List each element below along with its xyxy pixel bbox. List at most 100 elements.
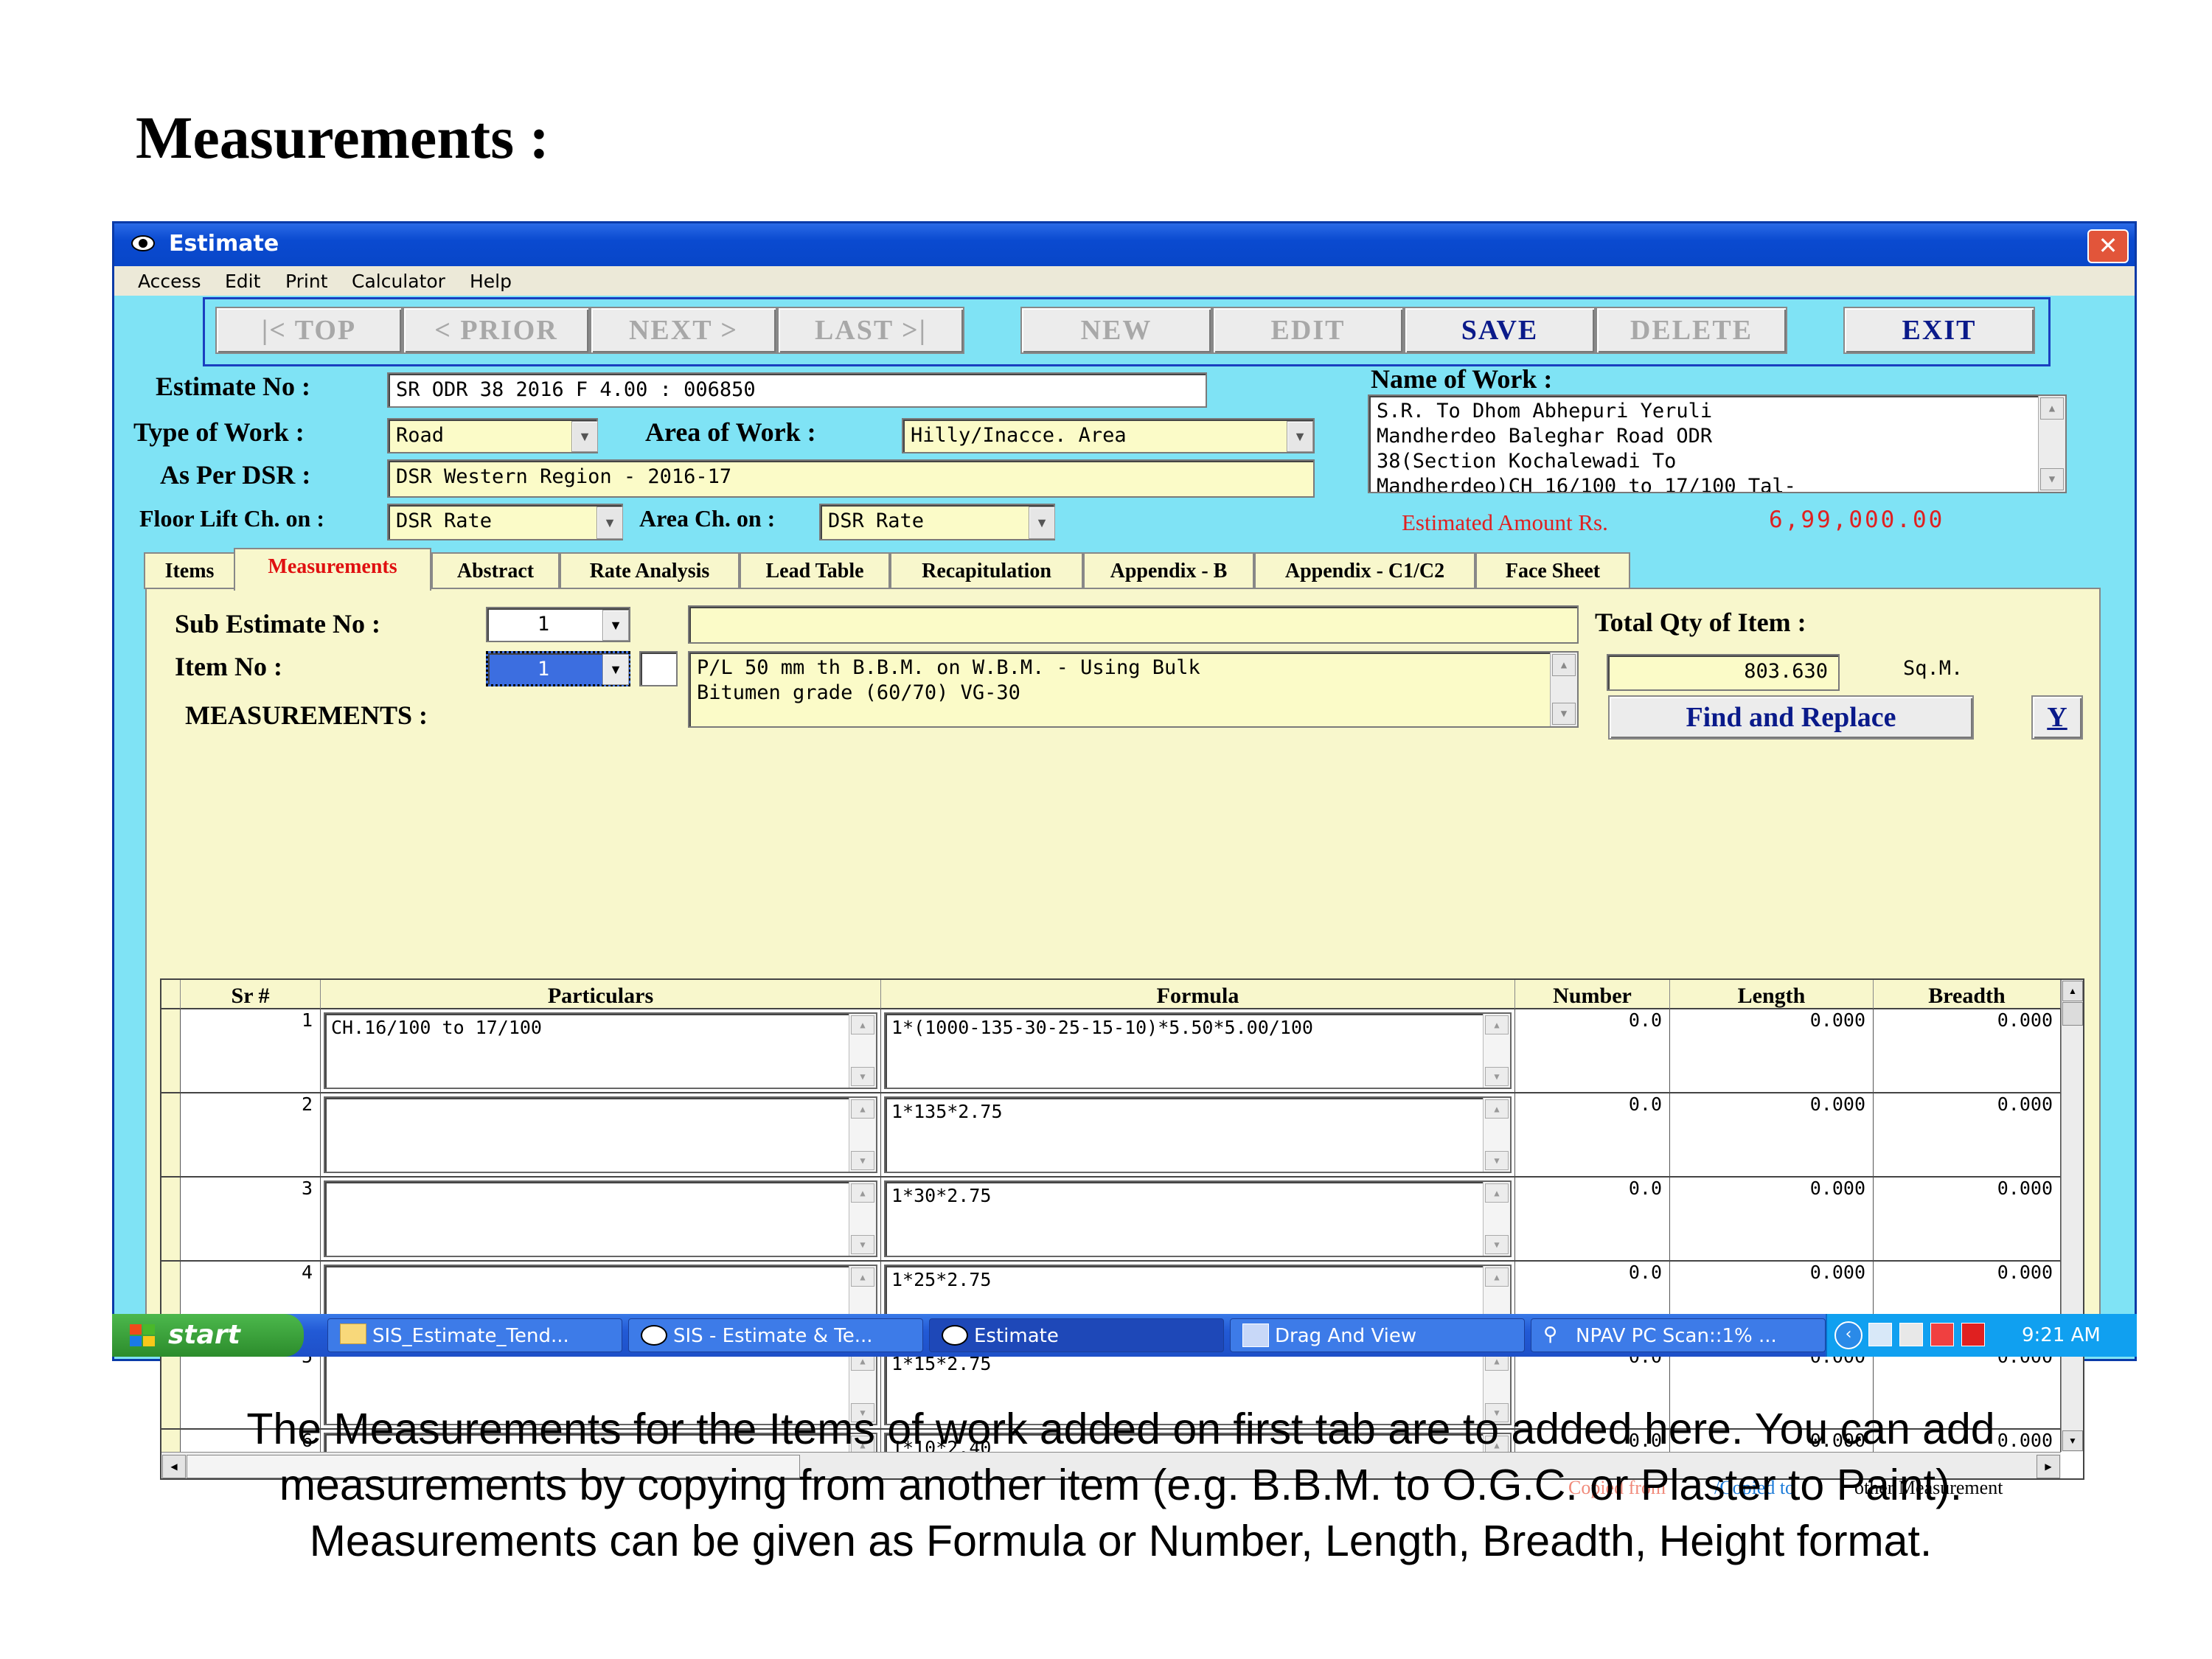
number-cell[interactable]: 0.0 [1515,1178,1670,1262]
volume-icon[interactable] [1899,1323,1923,1346]
area-of-work-select[interactable]: Hilly/Inacce. Area [902,418,1315,453]
top-button[interactable]: |< TOP [215,307,403,354]
new-button[interactable]: NEW [1020,307,1212,354]
tab-face-sheet[interactable]: Face Sheet [1475,552,1630,589]
row-selector[interactable] [161,1009,181,1093]
menu-print[interactable]: Print [285,271,328,292]
tab-items[interactable]: Items [144,552,235,589]
antivirus-icon[interactable] [1930,1323,1954,1346]
y-button[interactable]: Y [2031,695,2083,740]
cell-scrollbar[interactable]: ▲▼ [1483,1014,1510,1088]
estimate-no-field[interactable]: SR ODR 38 2016 F 4.00 : 006850 [387,372,1207,408]
breadth-cell[interactable]: 0.000 [1874,1009,2061,1093]
cell-scrollbar[interactable]: ▲▼ [849,1014,876,1088]
cell-scrollbar[interactable]: ▲▼ [1483,1182,1510,1256]
scroll-up-icon[interactable]: ▲ [2062,981,2083,1001]
edit-button[interactable]: EDIT [1212,307,1404,354]
item-description-scrollbar[interactable]: ▲ ▼ [1550,653,1577,726]
item-extra-field[interactable] [639,651,678,686]
scroll-up-icon[interactable]: ▲ [851,1099,874,1119]
close-button[interactable]: ✕ [2087,229,2129,263]
delete-button[interactable]: DELETE [1596,307,1787,354]
save-button[interactable]: SAVE [1404,307,1596,354]
as-per-dsr-field[interactable]: DSR Western Region - 2016-17 [387,459,1315,498]
name-of-work-field[interactable]: S.R. To Dhom Abhepuri Yeruli Mandherdeo … [1368,394,2067,493]
scroll-down-icon[interactable]: ▼ [1485,1235,1509,1254]
tab-recapitulation[interactable]: Recapitulation [890,552,1083,589]
scroll-down-icon[interactable]: ▼ [851,1067,874,1086]
item-no-dropdown-icon[interactable]: ▼ [602,654,629,685]
number-cell[interactable]: 0.0 [1515,1093,1670,1178]
exit-button[interactable]: EXIT [1843,307,2035,354]
name-of-work-scrollbar[interactable]: ▲ ▼ [2038,396,2065,492]
number-cell[interactable]: 0.0 [1515,1009,1670,1093]
last-button[interactable]: LAST >| [777,307,964,354]
tab-abstract[interactable]: Abstract [431,552,560,589]
scroll-down-icon[interactable]: ▼ [851,1151,874,1170]
particulars-input[interactable]: CH.16/100 to 17/100 ▲ ▼ [324,1012,877,1089]
area-ch-dropdown-icon[interactable]: ▼ [1029,507,1055,539]
scroll-up-icon[interactable]: ▲ [851,1015,874,1034]
tab-lead-table[interactable]: Lead Table [740,552,890,589]
menu-edit[interactable]: Edit [225,271,260,292]
scroll-thumb[interactable] [2062,1002,2083,1026]
grid-vertical-scrollbar[interactable]: ▲ ▼ [2061,980,2083,1452]
start-button[interactable]: start [112,1314,304,1357]
scan-icon[interactable] [1961,1323,1985,1346]
task-npav-pc-scan[interactable]: ⚲ NPAV PC Scan::1% ... [1531,1318,1826,1352]
length-cell[interactable]: 0.000 [1670,1178,1874,1262]
scroll-up-icon[interactable]: ▲ [851,1183,874,1203]
floor-lift-dropdown-icon[interactable]: ▼ [597,507,623,539]
network-icon[interactable] [1868,1323,1892,1346]
area-ch-select[interactable]: DSR Rate [819,504,1055,540]
menu-calculator[interactable]: Calculator [352,271,445,292]
tab-rate-analysis[interactable]: Rate Analysis [560,552,740,589]
task-estimate[interactable]: Estimate [929,1318,1224,1352]
sr-cell[interactable]: 3 [181,1178,321,1262]
tab-appendix-b[interactable]: Appendix - B [1083,552,1254,589]
length-cell[interactable]: 0.000 [1670,1093,1874,1178]
sr-cell[interactable]: 2 [181,1093,321,1178]
item-description-field[interactable]: P/L 50 mm th B.B.M. on W.B.M. - Using Bu… [688,651,1579,728]
task-sis-estimate-te[interactable]: SIS - Estimate & Te... [628,1318,923,1352]
breadth-cell[interactable]: 0.000 [1874,1178,2061,1262]
length-cell[interactable]: 0.000 [1670,1009,1874,1093]
scroll-up-icon[interactable]: ▲ [851,1267,874,1287]
cell-scrollbar[interactable]: ▲▼ [1483,1098,1510,1172]
area-of-work-dropdown-icon[interactable]: ▼ [1287,421,1313,452]
prior-button[interactable]: < PRIOR [403,307,590,354]
cell-scrollbar[interactable]: ▲▼ [849,1098,876,1172]
tray-expand-icon[interactable]: ‹ [1834,1321,1863,1349]
sr-cell[interactable]: 1 [181,1009,321,1093]
column-header-length: Length [1670,980,1874,1009]
task-sis-estimate-tend[interactable]: SIS_Estimate_Tend... [327,1318,622,1352]
find-and-replace-button[interactable]: Find and Replace [1608,695,1974,740]
tab-measurements[interactable]: Measurements [234,548,431,591]
next-button[interactable]: NEXT > [590,307,777,354]
floor-lift-select[interactable]: DSR Rate [387,504,623,540]
row-selector[interactable] [161,1093,181,1178]
menu-access[interactable]: Access [138,271,201,292]
formula-input[interactable]: 1*30*2.75 ▲ ▼ [884,1180,1512,1257]
particulars-input[interactable]: ▲▼ [324,1096,877,1173]
tab-appendix-c1-c2[interactable]: Appendix - C1/C2 [1254,552,1475,589]
cell-scrollbar[interactable]: ▲▼ [849,1182,876,1256]
type-of-work-select[interactable]: Road [387,418,598,453]
scroll-down-icon[interactable]: ▼ [1485,1067,1509,1086]
scroll-up-icon[interactable]: ▲ [1485,1015,1509,1034]
task-drag-and-view[interactable]: Drag And View [1230,1318,1525,1352]
type-of-work-dropdown-icon[interactable]: ▼ [571,421,598,452]
particulars-input[interactable]: ▲▼ [324,1180,877,1257]
scroll-up-icon[interactable]: ▲ [1485,1267,1509,1287]
formula-input[interactable]: 1*(1000-135-30-25-15-10)*5.50*5.00/100 ▲ ▼ [884,1012,1512,1089]
menu-help[interactable]: Help [470,271,512,292]
scroll-up-icon[interactable]: ▲ [1485,1099,1509,1119]
formula-input[interactable]: 1*135*2.75 ▲ ▼ [884,1096,1512,1173]
scroll-down-icon[interactable]: ▼ [851,1235,874,1254]
scroll-down-icon[interactable]: ▼ [1485,1151,1509,1170]
sub-estimate-dropdown-icon[interactable]: ▼ [602,610,629,641]
sub-estimate-name-field[interactable] [688,605,1579,644]
breadth-cell[interactable]: 0.000 [1874,1093,2061,1178]
row-selector[interactable] [161,1178,181,1262]
scroll-up-icon[interactable]: ▲ [1485,1183,1509,1203]
